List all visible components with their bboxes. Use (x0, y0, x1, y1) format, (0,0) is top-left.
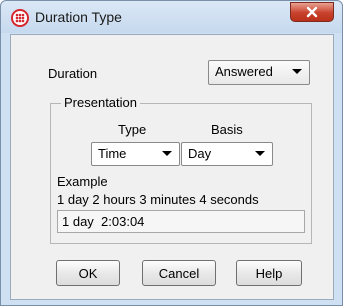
duration-select-value: Answered (215, 64, 273, 79)
ok-button-label: OK (78, 266, 98, 281)
close-icon (306, 6, 318, 18)
close-button[interactable] (290, 2, 334, 22)
example-description: 1 day 2 hours 3 minutes 4 seconds (57, 192, 259, 207)
telephony-app-icon (11, 9, 29, 27)
ok-button[interactable]: OK (56, 260, 120, 286)
dialog-body: Duration Answered Presentation Type Basi… (10, 34, 334, 300)
duration-select[interactable]: Answered (208, 60, 310, 85)
chevron-down-icon (162, 151, 172, 156)
window-title: Duration Type (35, 9, 122, 25)
example-field: 1 day 2:03:04 (57, 210, 305, 233)
title-bar[interactable]: Duration Type (1, 1, 342, 33)
basis-label: Basis (211, 122, 243, 137)
type-select[interactable]: Time (91, 142, 180, 166)
duration-label: Duration (48, 66, 98, 81)
chevron-down-icon (255, 151, 265, 156)
chevron-down-icon (292, 69, 302, 74)
type-label: Type (118, 122, 147, 137)
help-button-label: Help (255, 266, 283, 281)
presentation-group: Presentation Type Basis Time Day Example… (50, 95, 312, 244)
type-select-value: Time (98, 146, 127, 161)
example-label: Example (57, 174, 108, 189)
basis-select-value: Day (188, 146, 212, 161)
help-button[interactable]: Help (236, 260, 302, 286)
presentation-legend: Presentation (61, 95, 140, 110)
basis-select[interactable]: Day (181, 142, 273, 166)
cancel-button-label: Cancel (158, 266, 200, 281)
dialog-window: Duration Type Duration Answered Presenta… (0, 0, 343, 306)
example-field-value: 1 day 2:03:04 (62, 214, 145, 229)
cancel-button[interactable]: Cancel (142, 260, 216, 286)
